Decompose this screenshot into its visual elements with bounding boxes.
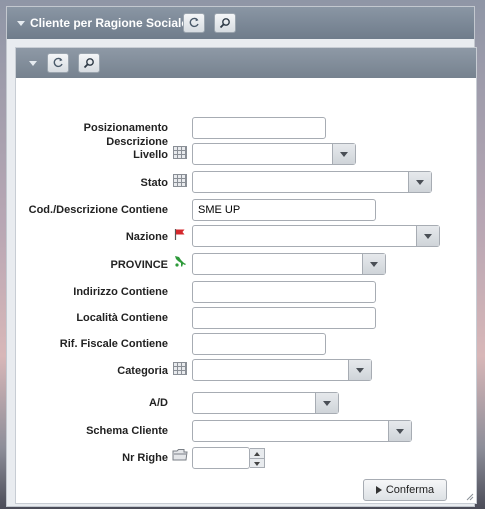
stato-select[interactable] [192,171,432,193]
refresh-icon [189,17,199,28]
chevron-down-icon[interactable] [362,254,385,274]
chevron-down-icon[interactable] [332,144,355,164]
resize-grip-icon[interactable] [466,493,474,501]
main-panel: Cliente per Ragione Sociale Posizionamen… [6,6,477,507]
nr-righe-stepper[interactable] [250,448,265,468]
italy-map-icon[interactable] [173,255,188,269]
descrizione-livello-label-1: Descrizione [106,136,168,148]
chevron-down-icon[interactable] [348,360,371,380]
categoria-label: Categoria [117,365,168,377]
indirizzo-input[interactable] [192,281,376,303]
nazione-label: Nazione [125,231,168,243]
play-icon [375,486,382,494]
collapse-caret-icon[interactable] [29,61,37,66]
province-select[interactable] [192,253,386,275]
magnifier-icon [219,18,230,29]
posizionamento-input[interactable] [192,117,326,139]
indirizzo-label: Indirizzo Contiene [73,286,168,298]
refresh-button[interactable] [183,13,205,33]
province-label: PROVINCE [110,259,168,271]
folder-icon[interactable] [172,448,188,462]
categoria-select[interactable] [192,359,372,381]
collapse-caret-icon[interactable] [17,21,25,26]
filter-panel: Posizionamento Descrizione Livello Stato… [15,47,477,504]
stato-label: Stato [140,177,169,189]
refresh-icon [53,57,63,68]
cod-descrizione-label: Cod./Descrizione Contiene [28,204,168,216]
conferma-button[interactable]: Conferma [363,479,447,501]
descrizione-livello-select[interactable] [192,143,356,165]
schema-cliente-label: Schema Cliente [86,425,168,437]
chevron-down-icon[interactable] [315,393,338,413]
flag-icon[interactable] [174,228,186,241]
table-icon[interactable] [173,174,187,187]
panel-title: Cliente per Ragione Sociale [30,16,189,30]
filter-search-button[interactable] [78,53,100,73]
ad-label: A/D [149,397,168,409]
magnifier-icon [83,58,94,69]
cod-descrizione-input[interactable] [192,199,376,221]
schema-cliente-select[interactable] [192,420,412,442]
filter-refresh-button[interactable] [47,53,69,73]
ad-select[interactable] [192,392,339,414]
chevron-down-icon[interactable] [416,226,439,246]
table-icon[interactable] [173,146,187,159]
descrizione-livello-label-2: Livello [133,149,168,161]
localita-label: Località Contiene [76,312,168,324]
nr-righe-label: Nr Righe [122,452,168,464]
localita-input[interactable] [192,307,376,329]
rif-fiscale-label: Rif. Fiscale Contiene [59,338,168,350]
chevron-down-icon[interactable] [388,421,411,441]
nazione-select[interactable] [192,225,440,247]
stepper-down-icon[interactable] [250,458,264,468]
chevron-down-icon[interactable] [408,172,431,192]
conferma-label: Conferma [385,484,435,496]
panel-header: Cliente per Ragione Sociale [7,7,474,39]
filter-panel-header [16,48,476,78]
rif-fiscale-input[interactable] [192,333,326,355]
nr-righe-input[interactable] [192,447,250,469]
search-button[interactable] [214,13,236,33]
table-icon[interactable] [173,362,187,375]
stepper-up-icon[interactable] [250,449,264,458]
posizionamento-label: Posizionamento [83,122,168,134]
